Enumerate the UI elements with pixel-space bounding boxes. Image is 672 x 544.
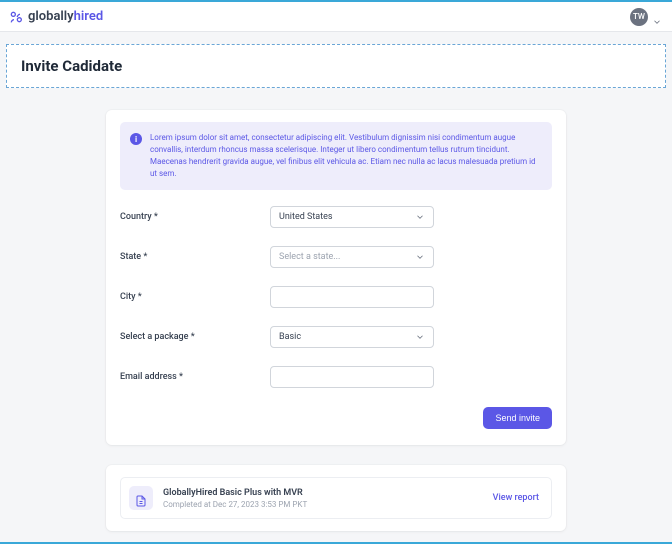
report-subtitle: Completed at Dec 27, 2023 3:53 PM PKT (163, 500, 307, 509)
page-title: Invite Cadidate (21, 57, 651, 75)
state-label: State * (120, 252, 270, 262)
info-text: Lorem ipsum dolor sit amet, consectetur … (150, 132, 540, 180)
document-badge (129, 486, 153, 510)
report-card: GloballyHired Basic Plus with MVR Comple… (106, 465, 566, 531)
chevron-down-icon (415, 252, 425, 262)
view-report-link[interactable]: View report (493, 493, 539, 503)
package-select[interactable]: Basic (270, 326, 434, 348)
top-header: globallyhired TW (0, 2, 672, 32)
user-menu[interactable]: TW (630, 8, 662, 26)
invite-form-card: i Lorem ipsum dolor sit amet, consectetu… (106, 110, 566, 445)
report-title: GloballyHired Basic Plus with MVR (163, 488, 307, 498)
email-label: Email address * (120, 372, 270, 382)
chevron-down-icon (415, 332, 425, 342)
email-input[interactable] (270, 366, 434, 388)
info-icon: i (130, 133, 142, 145)
report-row: GloballyHired Basic Plus with MVR Comple… (120, 477, 552, 519)
package-value: Basic (279, 332, 301, 342)
country-label: Country * (120, 212, 270, 222)
country-value: United States (279, 212, 333, 222)
chevron-down-icon (652, 12, 662, 22)
brand-icon (8, 9, 24, 25)
send-invite-button[interactable]: Send invite (483, 407, 552, 429)
document-icon (135, 492, 147, 504)
avatar: TW (630, 8, 648, 26)
info-banner: i Lorem ipsum dolor sit amet, consectetu… (120, 122, 552, 190)
chevron-down-icon (415, 212, 425, 222)
brand-text: globallyhired (28, 9, 103, 24)
brand-logo[interactable]: globallyhired (8, 9, 103, 25)
country-select[interactable]: United States (270, 206, 434, 228)
state-placeholder: Select a state... (279, 252, 340, 262)
city-label: City * (120, 292, 270, 302)
city-input[interactable] (270, 286, 434, 308)
page-title-band: Invite Cadidate (6, 44, 666, 88)
package-label: Select a package * (120, 332, 270, 342)
state-select[interactable]: Select a state... (270, 246, 434, 268)
